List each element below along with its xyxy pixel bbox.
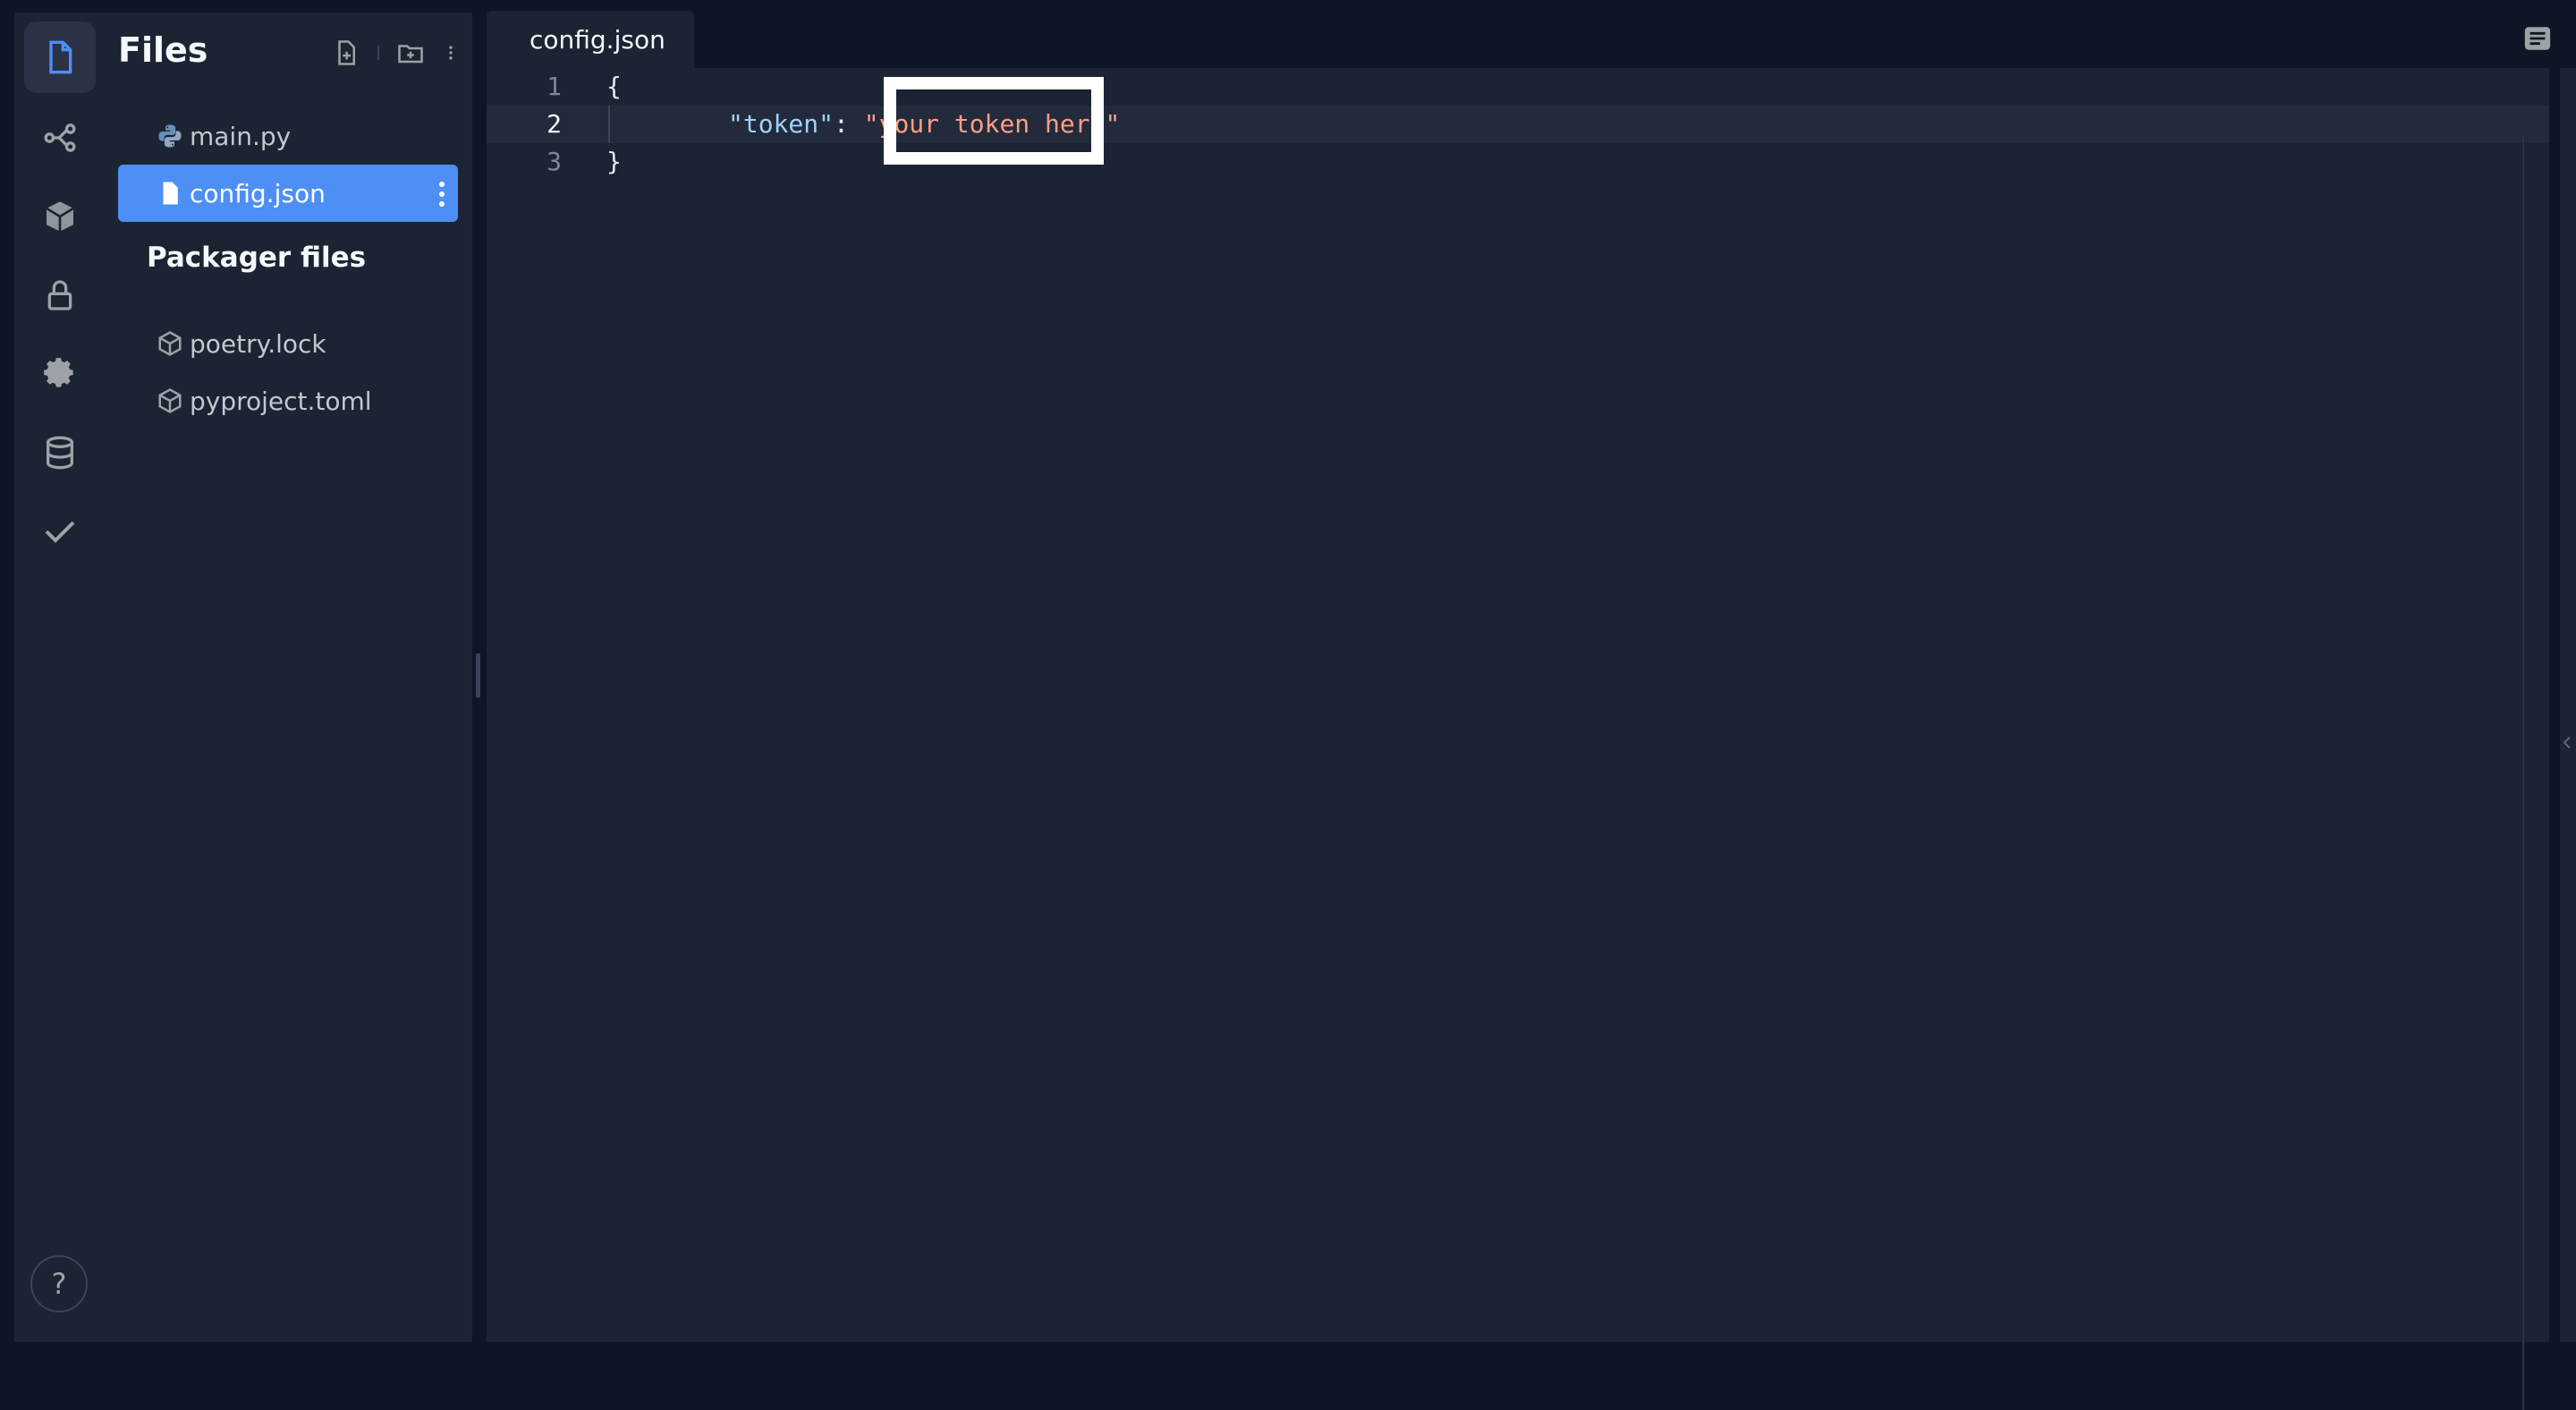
files-panel-title: Files: [118, 30, 208, 70]
file-name: main.py: [190, 121, 292, 151]
file-name: config.json: [190, 178, 326, 208]
file-icon: [163, 182, 178, 205]
code-line: 3 }: [487, 143, 2549, 181]
files-panel: Files main.py config.json Packager files…: [106, 13, 472, 1342]
layout-menu-icon[interactable]: [2522, 23, 2553, 54]
package-icon: [158, 388, 182, 413]
chevron-left-icon[interactable]: [2560, 732, 2574, 753]
json-key: "token": [728, 109, 835, 139]
code-editor[interactable]: 1 { 2 "token": "your token here" 3 }: [487, 68, 2549, 1410]
files-tool-button[interactable]: [24, 21, 96, 93]
package-icon: [158, 331, 182, 356]
more-options-icon[interactable]: [442, 39, 460, 66]
file-name: poetry.lock: [190, 328, 326, 359]
settings-tool-button[interactable]: [24, 338, 96, 410]
file-item-poetry-lock[interactable]: poetry.lock: [118, 315, 458, 372]
highlight-annotation-box: [884, 77, 1104, 165]
actions-divider: [377, 46, 379, 60]
code-line: 1 {: [487, 68, 2549, 106]
tab-config-json[interactable]: config.json: [487, 11, 694, 68]
editor-scroll-track[interactable]: [2522, 136, 2524, 1410]
code-text: {: [606, 72, 622, 101]
editor-tabbar: config.json: [487, 9, 2558, 68]
new-file-icon[interactable]: [333, 39, 360, 66]
file-item-pyproject-toml[interactable]: pyproject.toml: [118, 372, 458, 429]
file-item-main-py[interactable]: main.py: [118, 107, 458, 165]
file-item-config-json[interactable]: config.json: [118, 165, 458, 222]
git-icon: [44, 123, 76, 152]
files-icon: [49, 40, 72, 74]
git-tool-button[interactable]: [24, 102, 96, 174]
indent-guide: [608, 106, 610, 143]
code-line-current: 2 "token": "your token here": [487, 106, 2549, 143]
secrets-lock-icon: [47, 280, 72, 310]
activity-rail: ?: [14, 13, 106, 1342]
secrets-tool-button[interactable]: [24, 259, 96, 331]
panel-resize-handle[interactable]: [476, 653, 480, 698]
tests-tool-button[interactable]: [24, 496, 96, 567]
new-folder-icon[interactable]: [397, 39, 424, 66]
json-separator: :: [834, 109, 864, 139]
line-number: 2: [547, 109, 562, 139]
python-icon: [158, 124, 182, 148]
file-name: pyproject.toml: [190, 386, 372, 416]
packages-icon: [46, 201, 74, 232]
right-side-rail: [2560, 68, 2576, 1342]
line-number: 3: [547, 147, 562, 176]
line-number: 1: [547, 72, 562, 101]
checkmark-icon: [45, 521, 75, 543]
code-text: }: [606, 147, 622, 176]
settings-gear-icon: [44, 358, 73, 387]
files-actions: [333, 39, 460, 66]
packager-files-heading: Packager files: [147, 242, 367, 274]
database-icon: [47, 436, 73, 470]
database-tool-button[interactable]: [24, 417, 96, 488]
packages-tool-button[interactable]: [24, 181, 96, 252]
file-menu-icon[interactable]: [438, 181, 445, 208]
help-button[interactable]: ?: [30, 1255, 88, 1312]
